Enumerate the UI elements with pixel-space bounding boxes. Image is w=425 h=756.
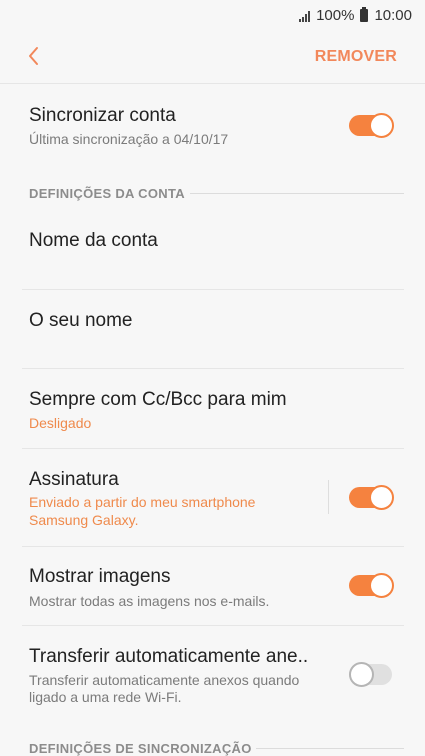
show-images-toggle[interactable] [349,573,394,598]
chevron-left-icon [29,47,38,65]
account-name-row[interactable]: Nome da conta [0,210,425,290]
auto-download-subtitle-line1: Transferir automaticamente anexos quando [29,672,300,688]
signal-icon [299,10,311,22]
show-images-subtitle: Mostrar todas as imagens nos e-mails. [29,593,270,609]
section-divider [190,193,404,194]
sync-account-row[interactable]: Sincronizar conta Última sincronização a… [0,85,425,165]
toggle-knob [369,485,394,510]
sync-account-subtitle: Última sincronização a 04/10/17 [29,131,229,147]
remove-button[interactable]: REMOVER [315,48,397,66]
auto-download-title: Transferir automaticamente ane.. [29,646,309,667]
toggle-knob [369,113,394,138]
battery-icon [360,7,369,22]
back-button[interactable] [22,44,46,68]
signature-toggle[interactable] [349,485,394,510]
status-indicators: 100% 10:00 [299,7,412,24]
show-images-title: Mostrar imagens [29,566,171,587]
vertical-separator [328,480,329,514]
status-bar: 100% 10:00 [0,0,425,32]
sync-account-title: Sincronizar conta [29,105,176,126]
auto-download-row[interactable]: Transferir automaticamente ane.. Transfe… [0,626,425,726]
always-cc-row[interactable]: Sempre com Cc/Bcc para mim Desligado [0,369,425,448]
your-name-row[interactable]: O seu nome [0,290,425,369]
signature-text-line2: Samsung Galaxy. [29,512,139,528]
app-bar: REMOVER [0,32,425,84]
always-cc-status: Desligado [29,415,92,431]
auto-download-toggle[interactable] [349,662,394,687]
auto-download-subtitle-line2: ligado a uma rede Wi-Fi. [29,689,182,705]
toggle-knob [349,662,374,687]
toggle-knob [369,573,394,598]
always-cc-title: Sempre com Cc/Bcc para mim [29,389,287,410]
signature-row[interactable]: Assinatura Enviado a partir do meu smart… [0,449,425,546]
signature-text-line1: Enviado a partir do meu smartphone [29,494,256,510]
show-images-row[interactable]: Mostrar imagens Mostrar todas as imagens… [0,547,425,625]
account-name-title: Nome da conta [29,230,158,251]
section-header-account: DEFINIÇÕES DA CONTA [29,186,185,201]
signature-title: Assinatura [29,469,119,490]
your-name-title: O seu nome [29,310,133,331]
battery-percent: 100% [316,7,355,24]
sync-account-toggle[interactable] [349,113,394,138]
section-header-sync: DEFINIÇÕES DE SINCRONIZAÇÃO [29,741,252,756]
clock: 10:00 [374,7,412,24]
section-divider [256,748,404,749]
